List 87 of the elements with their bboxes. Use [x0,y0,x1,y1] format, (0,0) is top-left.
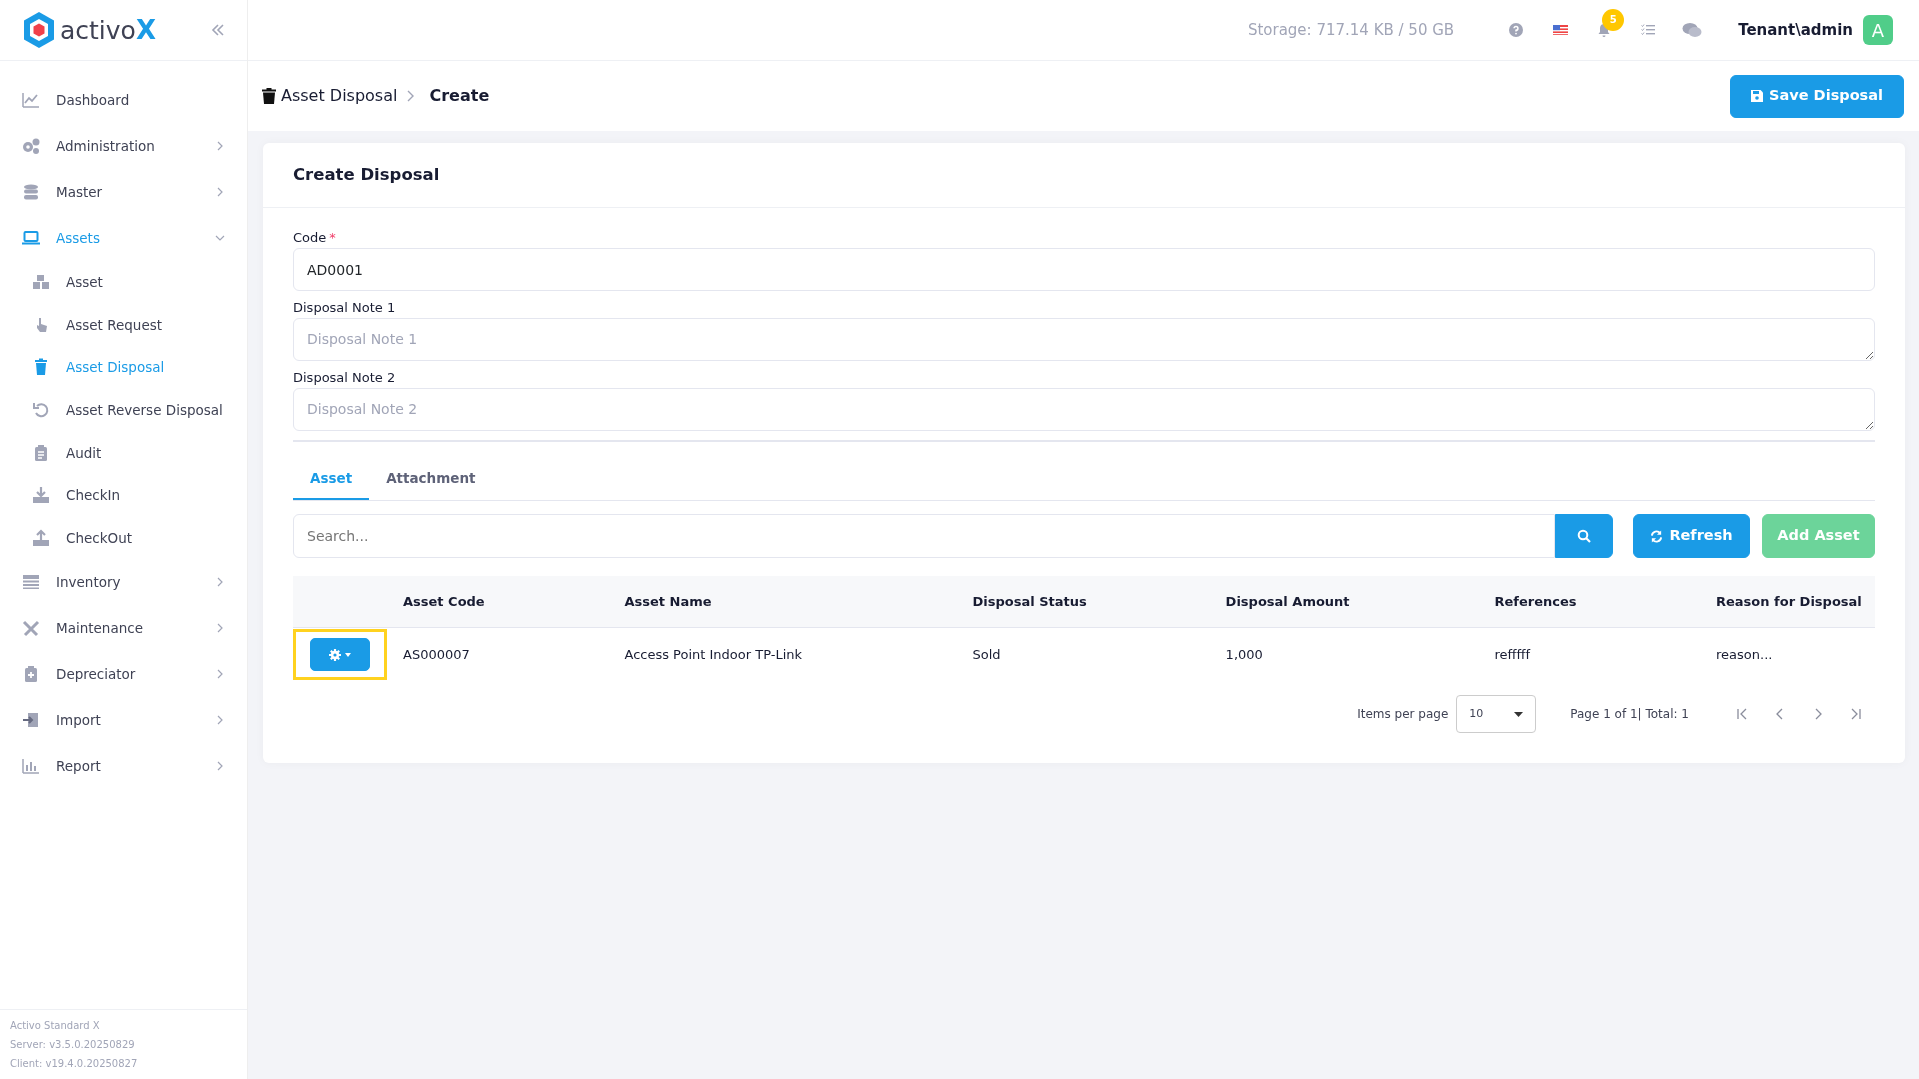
logo-icon [22,11,56,49]
column-header: Asset Code [393,576,615,628]
upload-icon [32,528,50,547]
table-cell: Sold [962,627,1216,682]
table-cell: reason... [1706,627,1875,682]
table-cell: Access Point Indoor TP-Link [614,627,963,682]
text-area[interactable]: Disposal Note 2 [293,388,1875,431]
sidebar-item[interactable]: Master [0,169,247,215]
chevron-icon [215,669,225,680]
first-page-icon [1736,708,1748,721]
sidebar-item[interactable]: Dashboard [0,77,247,123]
search-button[interactable] [1555,514,1613,559]
field-label: Disposal Note 1 [293,300,396,315]
input-field[interactable]: AD0001 [293,248,1875,291]
sidebar-subitem[interactable]: CheckIn [0,473,247,517]
undo-icon [32,401,50,420]
collapse-icon[interactable] [211,23,225,37]
field-label: Disposal Note 2 [293,370,396,385]
boxes-icon [32,273,50,292]
laptop-icon [22,229,40,247]
sidebar-subitem[interactable]: Audit [0,431,247,474]
trash-icon [32,358,50,377]
chart-icon [22,91,40,109]
sidebar-item[interactable]: Import [0,697,247,744]
logo-text: activo [60,14,136,47]
caret-icon [345,652,351,657]
sidebar-item[interactable]: Inventory [0,559,247,606]
sidebar-item[interactable]: Depreciator [0,651,247,698]
column-header: Disposal Status [962,576,1216,628]
refresh-icon [1650,529,1664,543]
version-text: Server: v3.5.0.20250829 [10,1038,136,1052]
chat-icon[interactable] [1682,22,1703,38]
bar-chart-icon [22,757,40,776]
column-header: Disposal Amount [1215,576,1485,628]
sidebar-item[interactable]: Report [0,743,247,790]
save-icon [1751,90,1764,102]
required-mark: * [329,230,336,245]
chevron-icon [215,623,225,634]
caret-icon [1514,711,1524,717]
version-text: Activo Standard X [10,1019,101,1033]
clipboard-icon [32,443,50,462]
breadcrumb-item[interactable]: Asset Disposal [281,84,398,108]
breadcrumb-item: Create [429,85,490,107]
sidebar-item[interactable]: Maintenance [0,605,247,652]
checklist-icon[interactable] [1641,24,1656,36]
sidebar-subitem[interactable]: Asset Request [0,303,247,347]
page-summary: Page 1 of 1| Total: 1 [1570,706,1689,724]
sidebar-subitem[interactable]: Asset [0,261,247,304]
column-header: Asset Name [614,576,963,628]
notification-badge: 5 [1602,8,1625,31]
database-icon [22,183,40,201]
version-text: Client: v19.4.0.20250827 [10,1057,139,1071]
chevron-icon [215,141,225,151]
tab[interactable]: Attachment [369,460,493,501]
search-field[interactable]: Search... [293,514,1555,559]
sidebar-item[interactable]: Administration [0,123,247,169]
chevron-icon [215,715,225,726]
sidebar-subitem[interactable]: Asset Reverse Disposal [0,388,247,432]
chevron-icon [215,187,225,197]
gear-icon [329,648,341,661]
download-icon [32,486,50,505]
sidebar-subitem[interactable]: CheckOut [0,516,247,560]
storage-text: Storage: 717.14 KB / 50 GB [1247,19,1455,41]
table-cell: refffff [1484,627,1706,682]
table-cell: AS000007 [393,627,615,682]
text-area[interactable]: Disposal Note 1 [293,318,1875,361]
trash-icon [262,88,276,104]
last-page-icon [1850,708,1862,721]
chevron-icon [407,90,416,102]
actions-button[interactable] [310,638,370,671]
help-icon[interactable] [1509,23,1524,37]
field-label: Code [293,230,327,245]
import-icon [22,711,40,730]
user-name[interactable]: Tenant\admin [1738,18,1853,42]
column-header: References [1484,576,1706,628]
flag-icon[interactable] [1552,25,1568,35]
items-per-page-label: Items per page [1357,706,1449,724]
logo-mark: X [135,13,156,47]
search-icon [1577,529,1591,544]
card-title: Create Disposal [263,143,1905,208]
chevron-icon [215,761,225,772]
page-size-select[interactable]: 10 [1456,695,1537,734]
clipboard-icon [22,665,40,684]
chevron-icon [215,577,225,588]
table-cell: 1,000 [1215,627,1485,682]
chevron-icon [215,233,225,243]
column-header: Reason for Disposal [1706,576,1875,628]
